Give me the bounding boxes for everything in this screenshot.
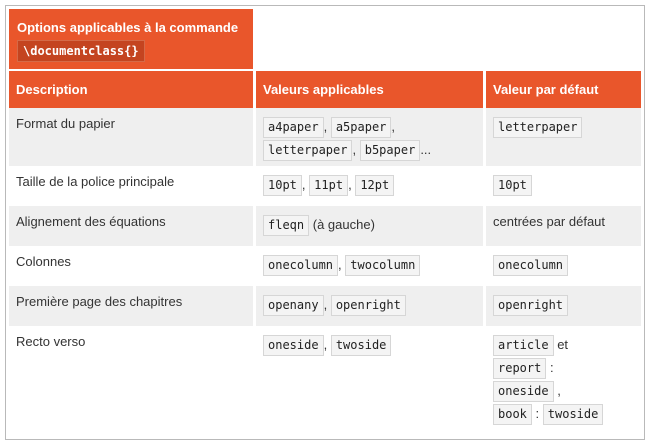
row-default: centrées par défaut — [486, 206, 641, 246]
row-description: Alignement des équations — [9, 206, 253, 246]
row-values: fleqn (à gauche) — [256, 206, 483, 246]
row-default: 10pt — [486, 166, 641, 206]
title-text: Options applicables à la commande — [17, 20, 239, 35]
default-value: openright — [493, 295, 569, 316]
row-values: a4paper, a5paper, letterpaper, b5paper..… — [256, 108, 483, 166]
ellipsis: ... — [420, 142, 432, 157]
row-description: Colonnes — [16, 254, 71, 269]
row-default: onecolumn — [486, 246, 641, 286]
row-description: Taille de la police principale — [16, 174, 175, 189]
default-value: letterpaper — [493, 117, 583, 138]
option-value: a4paper — [263, 117, 324, 138]
default-value: twoside — [542, 404, 604, 425]
row-description: Première page des chapitres — [9, 286, 253, 326]
default-value: report — [493, 358, 547, 379]
table-row: Alignement des équations fleqn (à gauche… — [9, 206, 641, 246]
row-description: Format du papier — [9, 108, 253, 166]
table-row: Colonnes onecolumn, twocolumn onecolumn — [9, 246, 641, 286]
options-table: Description Valeurs applicables Valeur p… — [6, 71, 644, 426]
table-title: Options applicables à la commande \docum… — [9, 9, 253, 69]
row-values: openany, openright — [256, 286, 483, 326]
default-value: book — [493, 404, 532, 425]
header-values: Valeurs applicables — [256, 71, 483, 108]
table-row: Taille de la police principale 10pt, 11p… — [9, 166, 641, 206]
default-value: article — [493, 335, 554, 356]
option-value: letterpaper — [263, 140, 353, 161]
option-note: (à gauche) — [312, 217, 375, 232]
row-description: Recto verso — [16, 334, 86, 349]
default-value: oneside — [493, 381, 554, 402]
option-value: fleqn — [263, 215, 310, 236]
option-value: twoside — [330, 335, 392, 356]
option-value: a5paper — [330, 117, 392, 138]
option-value: 11pt — [309, 175, 349, 196]
option-value: openright — [330, 295, 406, 316]
row-values: onecolumn, twocolumn — [256, 246, 483, 286]
table-row: Première page des chapitres openany, ope… — [9, 286, 641, 326]
header-row: Description Valeurs applicables Valeur p… — [9, 71, 641, 108]
option-value: openany — [263, 295, 324, 316]
title-command: \documentclass{} — [17, 40, 145, 62]
row-values: 10pt, 11pt, 12pt — [256, 166, 483, 206]
option-value: twocolumn — [345, 255, 421, 276]
header-description: Description — [9, 71, 253, 108]
row-default: openright — [486, 286, 641, 326]
default-value: 10pt — [493, 175, 532, 196]
row-default: article et report : oneside , book : two… — [486, 326, 641, 426]
table-row: Format du papier a4paper, a5paper, lette… — [9, 108, 641, 166]
header-default: Valeur par défaut — [486, 71, 641, 108]
option-value: b5paper — [359, 140, 421, 161]
row-values: oneside, twoside — [256, 326, 483, 426]
table-row: Recto verso oneside, twoside article et … — [9, 326, 641, 426]
option-value: oneside — [263, 335, 324, 356]
option-value: 10pt — [263, 175, 302, 196]
option-value: 12pt — [355, 175, 395, 196]
option-value: onecolumn — [263, 255, 339, 276]
options-table-frame: Options applicables à la commande \docum… — [5, 5, 645, 440]
row-default: letterpaper — [486, 108, 641, 166]
default-value: onecolumn — [493, 255, 569, 276]
